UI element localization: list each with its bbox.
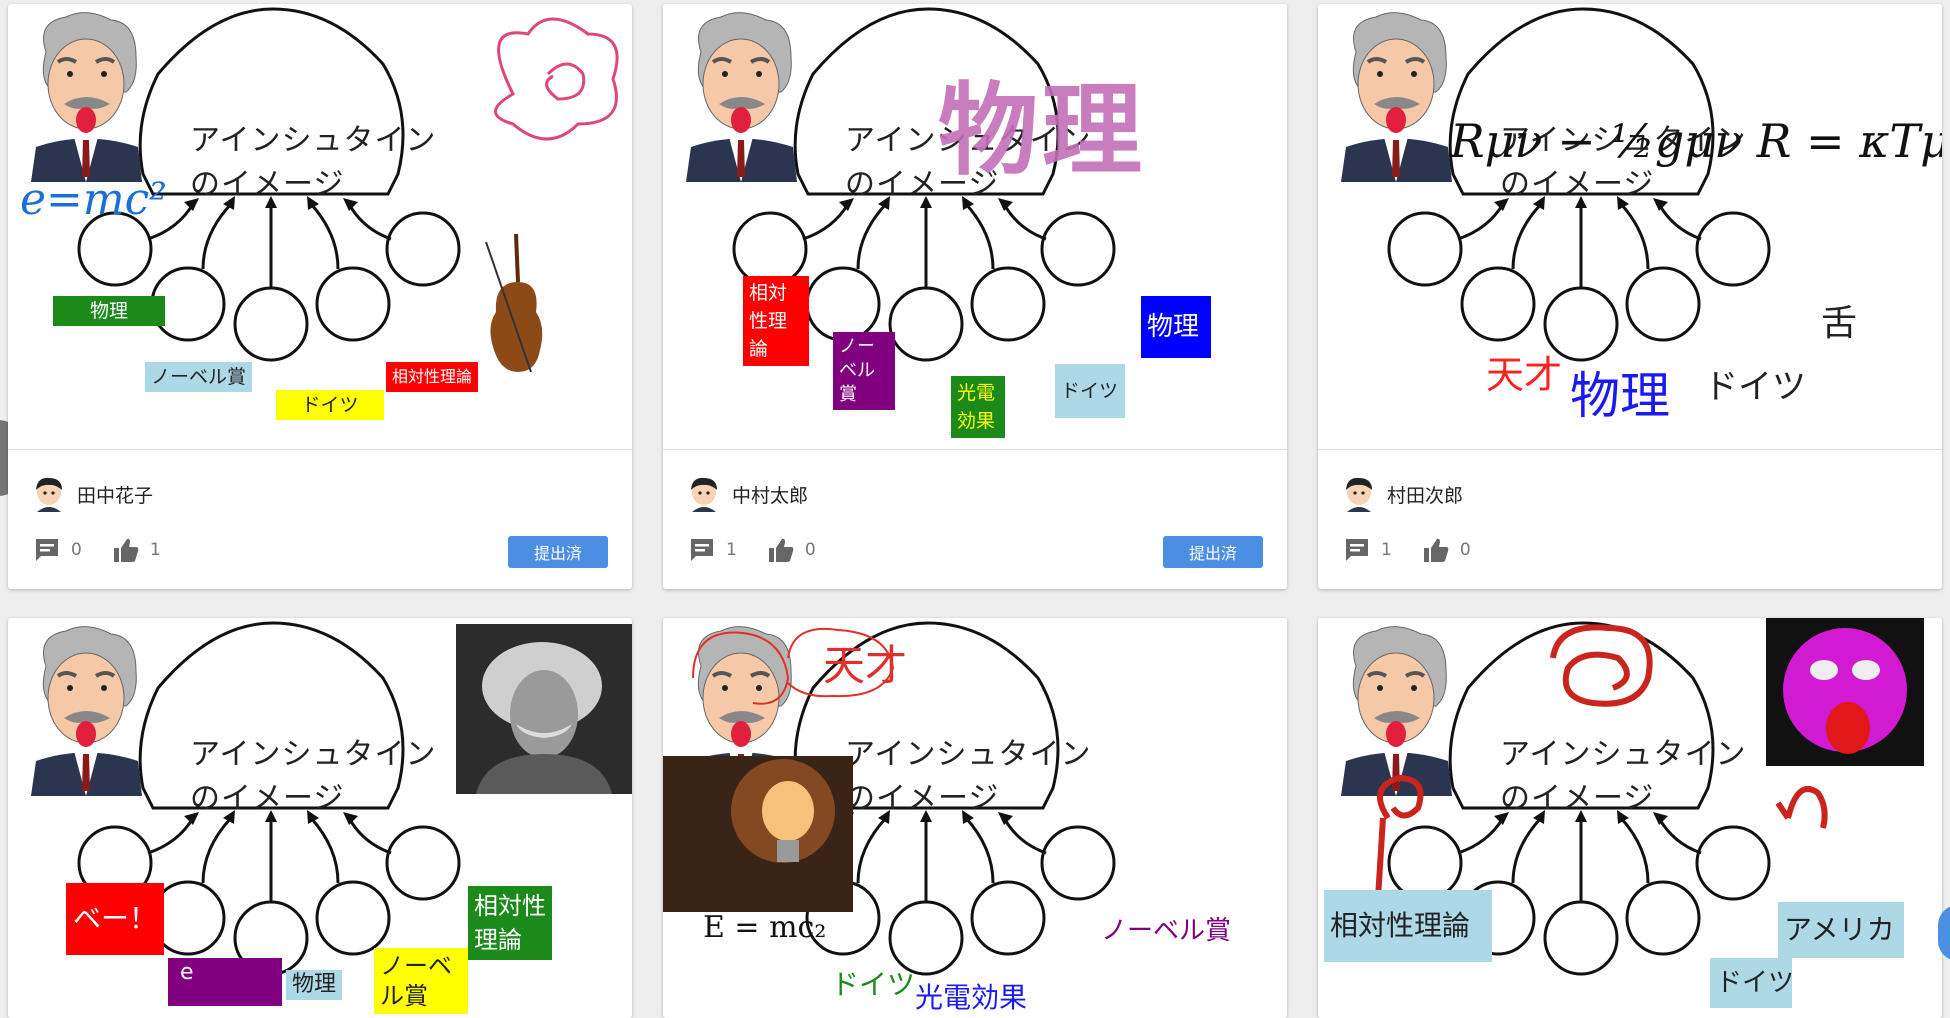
card-stats: 0 1 xyxy=(33,536,191,564)
word-genius: 天才 xyxy=(823,641,908,690)
stamp-physics: 物理 xyxy=(938,72,1146,189)
tag-relativity[interactable]: 相対性理論 xyxy=(468,886,552,960)
submission-card[interactable]: アインシュタイン のイメージ 物理 相対性理論 ノーベル賞 光電効果 ドイツ 物理… xyxy=(663,4,1287,589)
tag-relativity[interactable]: 相対性理論 xyxy=(1324,890,1492,962)
word-germany: ドイツ xyxy=(1704,367,1806,407)
comment-count: 1 xyxy=(726,540,737,560)
author: 中村太郎 xyxy=(688,476,808,512)
like-count: 0 xyxy=(804,540,816,560)
word-genius: 天才 xyxy=(1486,353,1563,397)
submitted-badge[interactable]: 提出済 xyxy=(508,536,608,568)
submission-card[interactable]: アインシュタイン のイメージ e=mc² 物理 ノーベル賞 ドイツ 相対性理論 田… xyxy=(8,4,632,589)
card-canvas: アインシュタイン のイメージ e=mc² 物理 ノーベル賞 ドイツ 相対性理論 xyxy=(8,4,632,449)
tag-e[interactable]: e xyxy=(168,958,282,1006)
comment-icon[interactable] xyxy=(33,536,61,564)
comment-count: 1 xyxy=(1381,540,1392,560)
einstein-illustration xyxy=(29,12,144,182)
einstein-illustration xyxy=(684,12,799,182)
word-photoelectric: 光電効果 xyxy=(915,981,1028,1014)
card-canvas: アインシュタイン のイメージ Rμν − ½gμν R = κTμν 天才 物理 … xyxy=(1318,4,1942,449)
author: 村田次郎 xyxy=(1343,476,1463,512)
tag-germany[interactable]: ドイツ xyxy=(1710,958,1794,1008)
card-canvas: アインシュタイン のイメージ 物理 相対性理論 ノーベル賞 光電効果 ドイツ 物理 xyxy=(663,4,1287,449)
einstein-photo xyxy=(456,624,632,794)
card-divider xyxy=(8,449,632,450)
thumb-up-icon[interactable] xyxy=(1422,536,1450,564)
tag-nobel-prize[interactable]: ノーベル賞 xyxy=(374,948,468,1014)
einstein-illustration xyxy=(1339,12,1454,182)
submission-card[interactable]: アインシュタイン のイメージ ベー！ e 物理 ノーベル賞 相対性理論 xyxy=(8,618,632,1018)
card-stats: 1 0 xyxy=(1343,536,1501,564)
field-equation: Rμν − ½gμν R = κTμν xyxy=(1450,114,1942,168)
tag-relativity[interactable]: 相対性理論 xyxy=(386,362,479,392)
author-name: 田中花子 xyxy=(77,484,154,507)
scribble-cloud xyxy=(494,17,619,141)
tag-physics[interactable]: 物理 xyxy=(53,296,165,326)
word-physics: 物理 xyxy=(1570,367,1670,425)
card-canvas: アインシュタイン のイメージ ベー！ e 物理 ノーベル賞 相対性理論 xyxy=(8,618,632,1018)
tag-germany[interactable]: ドイツ xyxy=(276,390,384,420)
tag-relativity[interactable]: 相対性理論 xyxy=(743,276,809,366)
violin-image xyxy=(485,233,543,373)
like-count: 1 xyxy=(149,540,161,560)
tag-nobel-prize[interactable]: ノーベル賞 xyxy=(833,332,895,410)
word-germany: ドイツ xyxy=(831,968,916,1001)
thumb-up-icon[interactable] xyxy=(767,536,795,564)
comment-count: 0 xyxy=(71,540,82,560)
einstein-illustration xyxy=(29,626,144,796)
thumb-up-icon[interactable] xyxy=(112,536,140,564)
card-canvas: アインシュタイン のイメージ 相対性理論 アメリカ ドイツ xyxy=(1318,618,1942,1018)
author-name: 中村太郎 xyxy=(732,484,809,507)
card-divider xyxy=(663,449,1287,450)
tag-physics[interactable]: 物理 xyxy=(1141,296,1211,358)
author: 田中花子 xyxy=(33,476,153,512)
tag-photoelectric[interactable]: 光電効果 xyxy=(951,376,1005,438)
word-nobel-prize: ノーベル賞 xyxy=(1101,916,1232,946)
comment-icon[interactable] xyxy=(688,536,716,564)
handwritten-formula: e=mc² xyxy=(20,174,167,225)
tongue-emoji-image xyxy=(1766,618,1924,766)
author-name: 村田次郎 xyxy=(1387,484,1464,507)
card-canvas: アインシュタイン のイメージ 天才 E = mc₂ ノーベル賞 ドイツ 光電効果 xyxy=(663,618,1287,1018)
tag-nobel-prize[interactable]: ノーベル賞 xyxy=(145,362,253,392)
submission-card[interactable]: アインシュタイン のイメージ Rμν − ½gμν R = κTμν 天才 物理 … xyxy=(1318,4,1942,589)
tag-physics[interactable]: 物理 xyxy=(286,970,343,1000)
tag-america[interactable]: アメリカ xyxy=(1778,902,1904,958)
submitted-badge[interactable]: 提出済 xyxy=(1163,536,1263,568)
tag-germany[interactable]: ドイツ xyxy=(1055,364,1125,418)
lightbulb-photo xyxy=(663,756,853,912)
bubble-text: アインシュタイン のイメージ xyxy=(190,737,437,816)
tag-tongue[interactable]: ベー！ xyxy=(66,883,164,955)
card-stats: 1 0 xyxy=(688,536,846,564)
boy-avatar-icon xyxy=(36,477,62,512)
boy-avatar-icon xyxy=(691,477,717,512)
bubble-text: アインシュタイン のイメージ xyxy=(190,123,437,202)
boy-avatar-icon xyxy=(1346,477,1372,512)
like-count: 0 xyxy=(1459,540,1471,560)
formula-text: E = mc₂ xyxy=(703,910,827,945)
comment-icon[interactable] xyxy=(1343,536,1371,564)
card-divider xyxy=(1318,449,1942,450)
submission-card[interactable]: アインシュタイン のイメージ 相対性理論 アメリカ ドイツ xyxy=(1318,618,1942,1018)
submission-card[interactable]: アインシュタイン のイメージ 天才 E = mc₂ ノーベル賞 ドイツ 光電効果 xyxy=(663,618,1287,1018)
word-tongue: 舌 xyxy=(1821,303,1858,344)
